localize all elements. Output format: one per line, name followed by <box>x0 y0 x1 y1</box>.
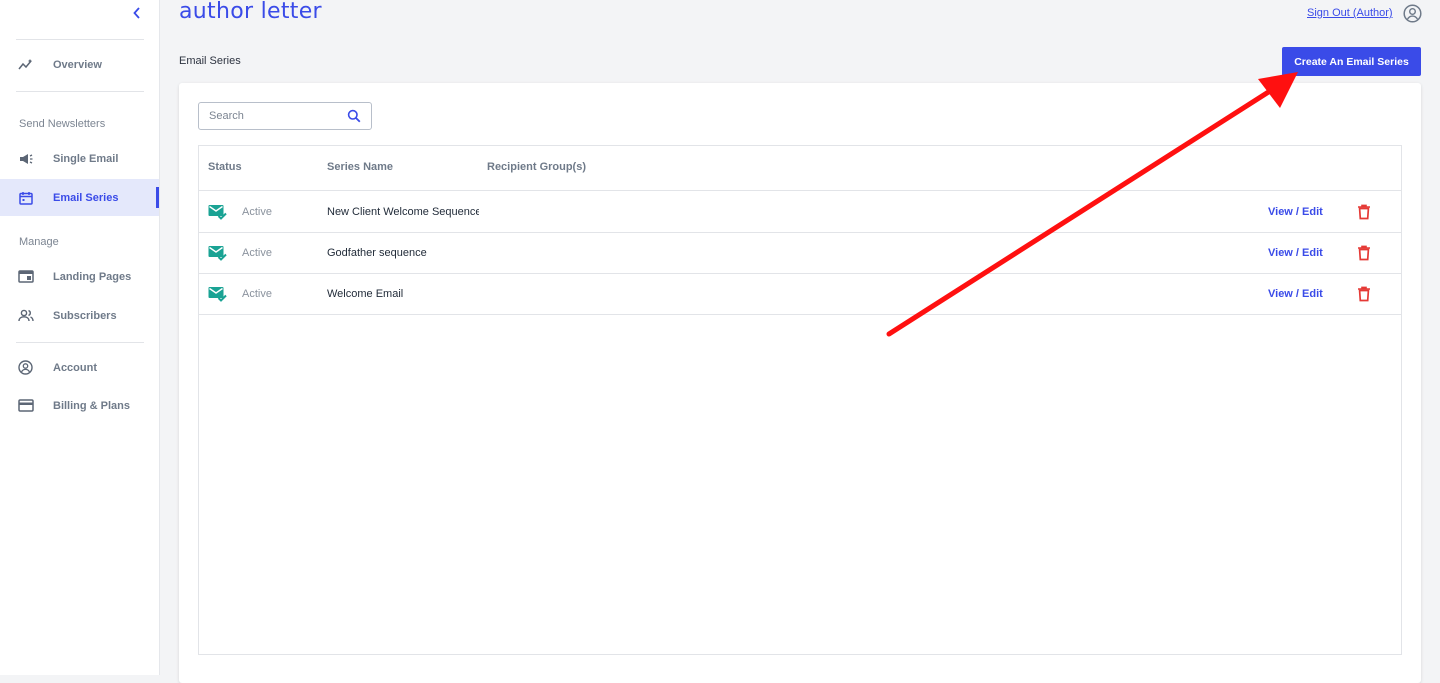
create-email-series-button[interactable]: Create An Email Series <box>1282 47 1421 76</box>
people-icon <box>17 307 34 324</box>
trash-icon[interactable] <box>1357 204 1371 220</box>
status-text: Active <box>242 288 272 300</box>
megaphone-icon <box>17 150 34 167</box>
sidebar-item-billing[interactable]: Billing & Plans <box>0 387 159 424</box>
trash-icon[interactable] <box>1357 286 1371 302</box>
column-header-recipient-groups[interactable]: Recipient Group(s) <box>487 161 586 173</box>
sidebar-item-landing-pages[interactable]: Landing Pages <box>0 258 159 295</box>
user-avatar-icon[interactable] <box>1403 4 1422 23</box>
email-series-card: Status Series Name Recipient Group(s) Ac… <box>179 83 1421 683</box>
sidebar-item-label: Email Series <box>53 191 119 204</box>
view-edit-link[interactable]: View / Edit <box>1268 247 1323 259</box>
sign-out-link[interactable]: Sign Out (Author) <box>1307 7 1393 19</box>
sidebar-item-overview[interactable]: Overview <box>0 46 159 83</box>
view-edit-link[interactable]: View / Edit <box>1268 206 1323 218</box>
app-logo[interactable]: author letter <box>179 0 322 24</box>
column-header-series-name[interactable]: Series Name <box>327 161 393 173</box>
series-name: Welcome Email <box>327 288 404 300</box>
page-title: Email Series <box>179 55 241 67</box>
series-name: Godfather sequence <box>327 247 427 259</box>
section-label-manage: Manage <box>19 236 59 248</box>
sidebar-item-label: Account <box>53 361 97 374</box>
collapse-sidebar-button[interactable] <box>129 5 145 21</box>
mail-check-icon <box>208 245 227 261</box>
sidebar-divider <box>16 91 144 92</box>
browser-window-icon <box>17 268 34 285</box>
sidebar-item-single-email[interactable]: Single Email <box>0 140 159 177</box>
sidebar-item-label: Landing Pages <box>53 270 132 283</box>
series-name: New Client Welcome Sequence <box>327 206 479 218</box>
sidebar-divider <box>16 39 144 40</box>
status-text: Active <box>242 247 272 259</box>
section-label-send-newsletters: Send Newsletters <box>19 118 106 130</box>
sidebar: Overview Send Newsletters Single Email E… <box>0 0 160 675</box>
sidebar-item-label: Billing & Plans <box>53 399 131 412</box>
status-text: Active <box>242 206 272 218</box>
calendar-icon <box>17 189 34 206</box>
trash-icon[interactable] <box>1357 245 1371 261</box>
mail-check-icon <box>208 204 227 220</box>
sidebar-item-subscribers[interactable]: Subscribers <box>0 297 159 334</box>
table-header: Status Series Name Recipient Group(s) <box>199 146 1401 191</box>
sparkline-icon <box>17 56 34 73</box>
table-row[interactable]: Active Welcome Email View / Edit <box>199 273 1401 315</box>
table-row[interactable]: Active New Client Welcome Sequence View … <box>199 191 1401 233</box>
user-circle-icon <box>17 359 34 376</box>
email-series-table: Status Series Name Recipient Group(s) Ac… <box>198 145 1402 655</box>
chevron-left-icon <box>133 7 140 19</box>
sidebar-item-label: Subscribers <box>53 309 117 322</box>
sidebar-item-account[interactable]: Account <box>0 349 159 386</box>
search-input[interactable] <box>199 103 349 129</box>
credit-card-icon <box>17 397 34 414</box>
table-row[interactable]: Active Godfather sequence View / Edit <box>199 232 1401 274</box>
search-icon[interactable] <box>347 109 361 123</box>
sidebar-item-label: Overview <box>53 58 102 71</box>
mail-check-icon <box>208 286 227 302</box>
sidebar-item-label: Single Email <box>53 152 119 165</box>
view-edit-link[interactable]: View / Edit <box>1268 288 1323 300</box>
search-box <box>198 102 372 130</box>
sidebar-divider <box>16 342 144 343</box>
sidebar-item-email-series[interactable]: Email Series <box>0 179 159 216</box>
column-header-status[interactable]: Status <box>208 161 242 173</box>
